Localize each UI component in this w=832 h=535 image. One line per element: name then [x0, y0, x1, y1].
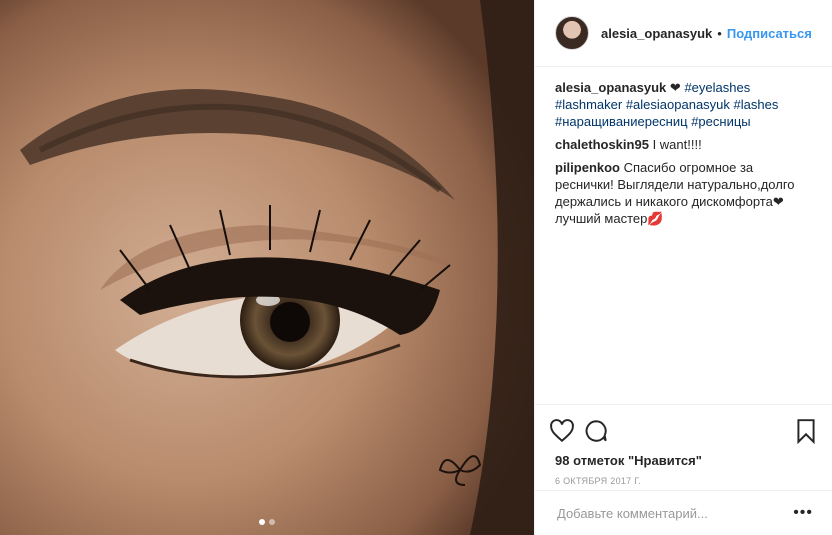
carousel-dot-active[interactable]: [259, 519, 265, 525]
follow-button[interactable]: Подписаться: [727, 26, 812, 41]
comment: pilipenkoo Спасибо огромное за реснички!…: [555, 159, 812, 227]
post-photo[interactable]: [0, 0, 534, 535]
comment-username[interactable]: chalethoskin95: [555, 137, 649, 152]
comment-input[interactable]: [555, 504, 794, 522]
hashtag[interactable]: #ресницы: [691, 114, 750, 129]
carousel-dot[interactable]: [269, 519, 275, 525]
comment-icon[interactable]: [583, 418, 609, 444]
comment-text: I want!!!!: [652, 137, 702, 152]
bookmark-icon[interactable]: [793, 418, 819, 444]
comments-list: alesia_opanasyuk ❤ #eyelashes #lashmaker…: [535, 67, 832, 404]
post-author-username[interactable]: alesia_opanasyuk: [601, 26, 712, 41]
post-side-panel: alesia_opanasyuk • Подписаться alesia_op…: [534, 0, 832, 535]
hashtag[interactable]: #alesiaopanasyuk: [626, 97, 730, 112]
post-date: 6 ОКТЯБРЯ 2017 Г.: [555, 476, 642, 486]
separator-dot: •: [717, 25, 722, 41]
post-actions: 98 отметок "Нравится" 6 ОКТЯБРЯ 2017 Г.: [535, 404, 832, 486]
action-icons-row: [549, 415, 819, 447]
caption-username[interactable]: alesia_opanasyuk: [555, 80, 666, 95]
add-comment-bar: •••: [535, 490, 832, 535]
hashtag[interactable]: #eyelashes: [684, 80, 750, 95]
eye-closeup-image: [0, 0, 534, 535]
hashtag[interactable]: #lashes: [734, 97, 779, 112]
heart-icon[interactable]: [549, 418, 575, 444]
heart-emoji: ❤: [669, 80, 681, 95]
hashtag[interactable]: #lashmaker: [555, 97, 622, 112]
likes-count[interactable]: 98 отметок "Нравится": [549, 453, 819, 468]
comment-username[interactable]: pilipenkoo: [555, 160, 620, 175]
comment: chalethoskin95 I want!!!!: [555, 136, 812, 153]
avatar[interactable]: [555, 16, 589, 50]
hashtag[interactable]: #наращиваниересниц: [555, 114, 688, 129]
more-options-icon[interactable]: •••: [793, 504, 813, 522]
carousel-dots: [0, 519, 534, 525]
caption: alesia_opanasyuk ❤ #eyelashes #lashmaker…: [555, 79, 812, 130]
post-header: alesia_opanasyuk • Подписаться: [535, 0, 832, 67]
